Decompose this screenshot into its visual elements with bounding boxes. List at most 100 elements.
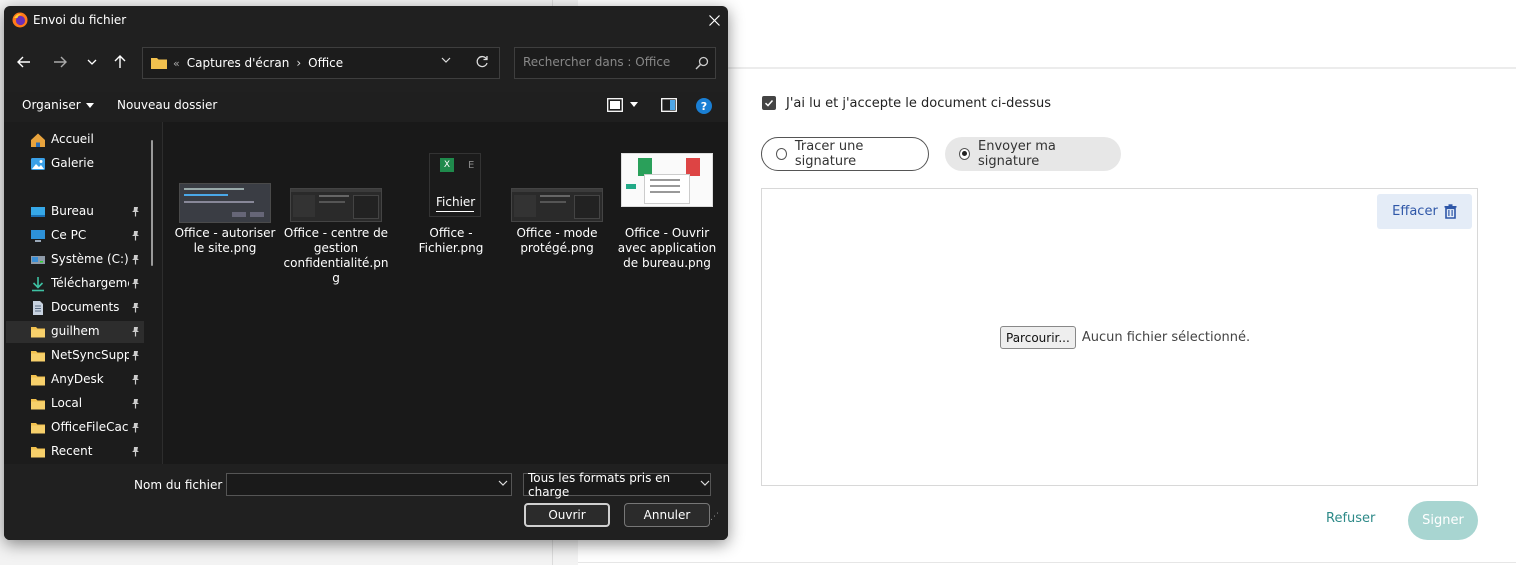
nav-item[interactable]: guilhem	[6, 321, 144, 343]
address-bar[interactable]: « Captures d'écran › Office	[142, 47, 500, 79]
new-folder-button[interactable]: Nouveau dossier	[117, 98, 217, 112]
browse-button[interactable]: Parcourir...	[1000, 326, 1076, 349]
radio-upload[interactable]	[959, 148, 970, 160]
nav-item[interactable]: Système (C:)	[6, 249, 144, 271]
view-mode-icon[interactable]	[607, 98, 623, 112]
pin-icon[interactable]	[130, 302, 141, 313]
footer-divider	[578, 562, 1516, 563]
desktop-icon	[31, 207, 45, 217]
file-thumbnail	[511, 188, 603, 222]
dialog-title: Envoi du fichier	[33, 13, 127, 27]
file-name: Office - autoriser le site.png	[174, 226, 276, 255]
recent-locations-button[interactable]	[80, 50, 104, 74]
file-input[interactable]: Parcourir... Aucun fichier sélectionné.	[1000, 326, 1250, 349]
refuse-button[interactable]: Refuser	[1326, 511, 1375, 526]
check-icon	[764, 99, 774, 107]
pin-icon[interactable]	[130, 206, 141, 217]
pin-icon[interactable]	[130, 254, 141, 265]
breadcrumb-captures[interactable]: Captures d'écran	[187, 56, 290, 70]
nav-item[interactable]: Accueil	[6, 129, 144, 151]
search-box[interactable]	[514, 47, 716, 79]
file-thumbnail	[290, 188, 382, 222]
clear-label: Effacer	[1392, 204, 1438, 219]
computer-icon	[31, 230, 45, 242]
filetype-dropdown-icon[interactable]	[700, 480, 710, 486]
search-icon[interactable]	[695, 56, 709, 70]
navigation-scrollbar[interactable]	[151, 140, 153, 266]
file-name: Office - Fichier.png	[418, 226, 484, 255]
folder-icon	[31, 375, 45, 386]
accept-document-row[interactable]: J'ai lu et j'accepte le document ci-dess…	[762, 93, 1051, 113]
breadcrumb-separator[interactable]: ›	[296, 56, 301, 70]
thumbnail-caption: Fichier	[436, 195, 476, 209]
nav-item[interactable]: OfficeFileCache	[6, 417, 144, 439]
no-file-label: Aucun fichier sélectionné.	[1081, 330, 1251, 345]
nav-item-label: Système (C:)	[51, 252, 129, 266]
pin-icon[interactable]	[130, 350, 141, 361]
clear-button[interactable]: Effacer	[1377, 194, 1472, 229]
forward-button[interactable]	[48, 50, 72, 74]
back-button[interactable]	[12, 50, 36, 74]
arrow-right-icon	[54, 56, 67, 68]
resize-grip-icon[interactable]: ⋰	[710, 512, 719, 522]
nav-item[interactable]: Recent	[6, 441, 144, 463]
firefox-icon	[12, 12, 28, 28]
pin-icon[interactable]	[130, 374, 141, 385]
pin-icon[interactable]	[130, 230, 141, 241]
chevron-down-icon	[87, 59, 97, 65]
file-item[interactable]: Office - mode protégé.png	[504, 146, 610, 286]
nav-item-label: guilhem	[51, 324, 100, 338]
address-overflow[interactable]: «	[173, 57, 180, 70]
view-dropdown-icon[interactable]	[630, 102, 638, 107]
folder-icon	[31, 423, 45, 434]
filetype-select[interactable]: Tous les formats pris en charge	[523, 470, 711, 499]
pin-icon[interactable]	[130, 446, 141, 457]
file-item[interactable]: Office - centre de gestion confidentiali…	[283, 146, 389, 286]
cancel-button[interactable]: Annuler	[624, 503, 710, 527]
sign-button[interactable]: Signer	[1408, 501, 1478, 540]
nav-item[interactable]: Ce PC	[6, 225, 144, 247]
filename-input[interactable]	[227, 474, 489, 494]
breadcrumb-office[interactable]: Office	[308, 56, 343, 70]
up-button[interactable]	[108, 50, 132, 74]
address-dropdown-icon[interactable]	[441, 57, 451, 63]
file-item[interactable]: X E Fichier Office - Fichier.png	[398, 146, 504, 286]
accept-checkbox[interactable]	[762, 96, 776, 110]
file-item[interactable]: Office - Ouvrir avec application de bure…	[614, 146, 720, 286]
download-icon	[32, 277, 44, 292]
thumbnail-letter: E	[468, 160, 475, 171]
gallery-icon	[31, 158, 45, 170]
refresh-icon[interactable]	[475, 55, 489, 69]
filename-dropdown-icon[interactable]	[498, 480, 508, 486]
filename-field[interactable]	[226, 473, 512, 496]
pin-icon[interactable]	[130, 278, 141, 289]
folder-icon	[31, 447, 45, 458]
nav-item-label: Bureau	[51, 204, 94, 218]
nav-item[interactable]: Galerie	[6, 153, 144, 175]
search-input[interactable]	[523, 55, 683, 69]
filetype-value: Tous les formats pris en charge	[528, 470, 671, 499]
organize-button[interactable]: Organiser	[22, 98, 94, 112]
svg-text:?: ?	[701, 100, 707, 113]
nav-item-label: Local	[51, 396, 83, 410]
nav-item[interactable]: Local	[6, 393, 144, 415]
pin-icon[interactable]	[130, 398, 141, 409]
nav-item[interactable]: Documents	[6, 297, 144, 319]
draw-signature-option[interactable]: Tracer une signature	[761, 137, 929, 171]
pin-icon[interactable]	[130, 326, 141, 337]
nav-item[interactable]: NetSyncSupport	[6, 345, 144, 367]
pin-icon[interactable]	[130, 422, 141, 433]
nav-item[interactable]: Téléchargements	[6, 273, 144, 295]
upload-signature-option[interactable]: Envoyer ma signature	[945, 137, 1121, 171]
help-icon[interactable]: ?	[696, 98, 712, 114]
nav-item[interactable]: Bureau	[6, 201, 144, 223]
radio-draw[interactable]	[776, 148, 787, 160]
nav-item[interactable]: AnyDesk	[6, 369, 144, 391]
file-item[interactable]: Office - autoriser le site.png	[172, 146, 278, 286]
open-button[interactable]: Ouvrir	[524, 503, 610, 527]
documents-icon	[33, 301, 43, 315]
folder-icon	[151, 58, 167, 69]
close-button[interactable]	[704, 10, 724, 30]
file-thumbnail	[179, 183, 271, 223]
preview-pane-icon[interactable]	[661, 98, 677, 112]
